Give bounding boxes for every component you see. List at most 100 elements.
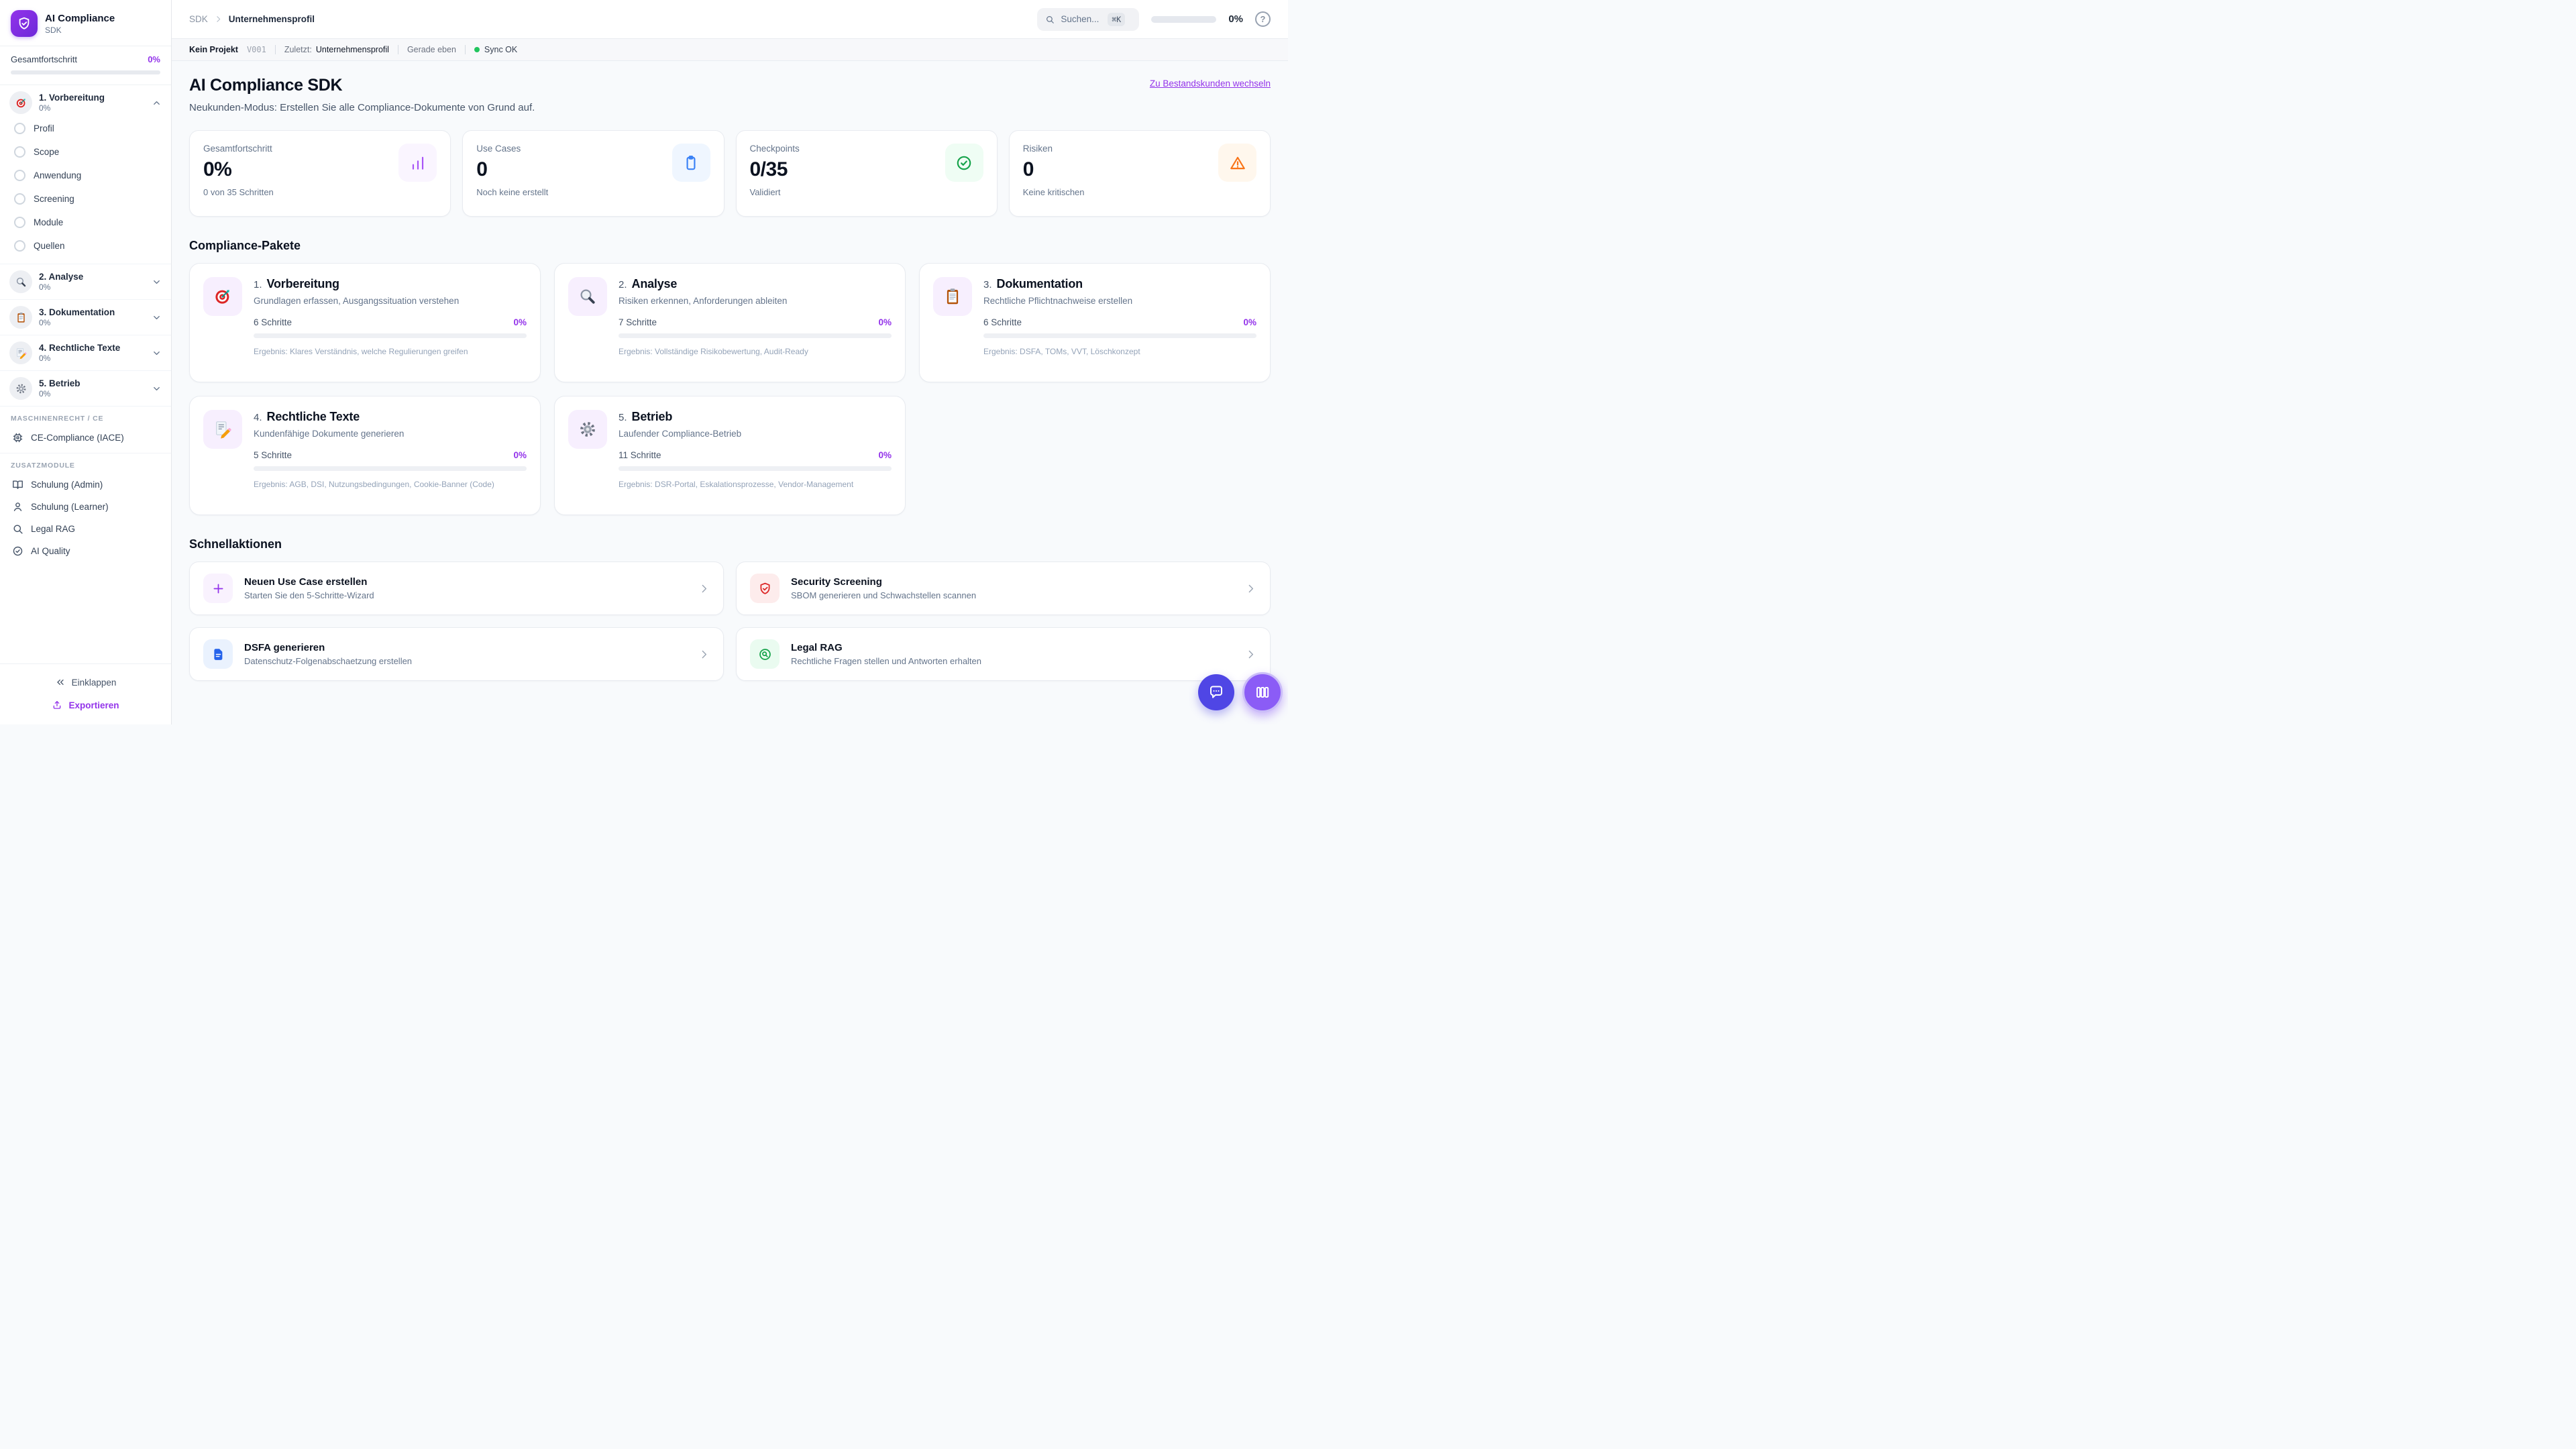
action-legal-rag[interactable]: Legal RAG Rechtliche Fragen stellen und … [736,627,1271,681]
stat-label: Use Cases [476,144,521,154]
search-input[interactable]: Suchen... ⌘K [1037,7,1140,31]
sidebar-section-analyse-header[interactable]: 2. Analyse 0% [9,270,162,293]
package-number: 3. [983,279,992,290]
breadcrumb-current: Unternehmensprofil [228,14,315,24]
package-progress-bar [254,333,527,338]
target-emoji [9,91,32,114]
package-result: Ergebnis: AGB, DSI, Nutzungsbedingungen,… [254,480,494,489]
step-label: Scope [34,147,60,157]
cpu-chip-icon [13,433,23,443]
step-label: Module [34,217,64,227]
step-status-circle [14,193,25,205]
alert-triangle-icon [1218,144,1256,182]
chevron-down-icon [154,351,160,355]
section-progress: 0% [39,354,51,363]
package-steps: 7 Schritte [619,317,657,327]
last-step-value: Unternehmensprofil [315,45,389,54]
app-name: AI Compliance [45,12,115,24]
package-number: 4. [254,412,262,423]
header-progress-value: 0% [1228,13,1243,25]
sidebar-step-module[interactable]: Module [9,211,162,234]
section-vorbereitung-steps: Profil Scope Anwendung Screening Module … [9,117,162,258]
breadcrumb-root[interactable]: SDK [189,14,208,24]
action-description: Rechtliche Fragen stellen und Antworten … [791,656,982,666]
package-card-rechtliche-texte[interactable]: 4. Rechtliche Texte Kundenfähige Dokumen… [189,396,541,515]
sidebar-item-label: Schulung (Admin) [31,480,103,490]
status-bar: Kein Projekt V001 Zuletzt: Unternehmensp… [172,39,1288,61]
check-circle-icon [13,546,23,556]
package-progress-value: 0% [878,317,892,327]
sidebar-item-schulung-admin[interactable]: Schulung (Admin) [9,474,162,496]
plus-icon [203,574,233,603]
chat-assistant-button[interactable] [1198,674,1234,710]
sidebar-section-vorbereitung-header[interactable]: 1. Vorbereitung 0% [9,91,162,114]
sidebar-step-quellen[interactable]: Quellen [9,234,162,258]
action-security-screening[interactable]: Security Screening SBOM generieren und S… [736,561,1271,615]
stat-sub: Validiert [749,187,781,197]
action-dsfa-generieren[interactable]: DSFA generieren Datenschutz-Folgenabscha… [189,627,724,681]
clipboard-icon [672,144,710,182]
columns-icon [1256,687,1269,698]
package-progress-bar [254,466,527,471]
sidebar-section-betrieb-header[interactable]: 5. Betrieb 0% [9,377,162,400]
sidebar-item-legal-rag[interactable]: Legal RAG [9,518,162,540]
project-name: Kein Projekt [189,45,238,54]
switch-mode-link[interactable]: Zu Bestandskunden wechseln [1150,78,1271,89]
search-shortcut-kbd: ⌘K [1108,12,1126,26]
section-label: 4. Rechtliche Texte [39,343,121,353]
action-title: Neuen Use Case erstellen [244,576,368,588]
step-status-circle [14,170,25,181]
stat-sub: 0 von 35 Schritten [203,187,274,197]
package-title: Dokumentation [996,277,1083,290]
chat-bubble-icon [1210,686,1222,698]
search-circle-icon [750,639,780,669]
sidebar-item-ai-quality[interactable]: AI Quality [9,540,162,562]
actions-heading: Schnellaktionen [189,537,282,551]
package-steps: 5 Schritte [254,450,292,460]
package-card-analyse[interactable]: 2. Analyse Risiken erkennen, Anforderung… [554,263,906,382]
sidebar-step-profil[interactable]: Profil [9,117,162,140]
sidebar-section-rechtliche-texte-header[interactable]: 4. Rechtliche Texte 0% [9,341,162,364]
package-progress-value: 0% [513,450,527,460]
sidebar-item-schulung-learner[interactable]: Schulung (Learner) [9,496,162,518]
package-card-vorbereitung[interactable]: 1. Vorbereitung Grundlagen erfassen, Aus… [189,263,541,382]
sidebar-step-screening[interactable]: Screening [9,187,162,211]
board-view-button[interactable] [1242,672,1283,712]
last-step-label: Zuletzt: [284,45,312,54]
section-label: 1. Vorbereitung [39,93,105,103]
clipboard-emoji [9,306,32,329]
package-card-dokumentation[interactable]: 3. Dokumentation Rechtliche Pflichtnachw… [919,263,1271,382]
check-circle-icon [945,144,983,182]
sidebar-item-ce-compliance[interactable]: CE-Compliance (IACE) [9,427,162,449]
sidebar-step-anwendung[interactable]: Anwendung [9,164,162,187]
target-emoji [203,277,242,316]
help-icon: ? [1260,14,1266,24]
file-text-icon [203,639,233,669]
step-label: Quellen [34,241,65,251]
package-description: Grundlagen erfassen, Ausgangssituation v… [254,296,460,306]
search-icon [1046,15,1055,23]
package-progress-value: 0% [878,450,892,460]
export-button[interactable]: Exportieren [11,694,160,716]
sidebar-group-maschinenrecht: MASCHINENRECHT / CE CE-Compliance (IACE) [0,407,171,453]
breadcrumb-separator-icon [217,16,220,22]
divider [464,45,466,54]
section-label: 3. Dokumentation [39,307,115,317]
package-title: Rechtliche Texte [266,410,360,423]
collapse-sidebar-button[interactable]: Einklappen [11,671,160,694]
package-number: 1. [254,279,262,290]
sidebar-section-dokumentation-header[interactable]: 3. Dokumentation 0% [9,306,162,329]
magnifier-emoji [568,277,607,316]
action-new-use-case[interactable]: Neuen Use Case erstellen Starten Sie den… [189,561,724,615]
sidebar-step-scope[interactable]: Scope [9,140,162,164]
sidebar-item-label: AI Quality [31,546,70,556]
package-card-betrieb[interactable]: 5. Betrieb Laufender Compliance-Betrieb … [554,396,906,515]
section-progress: 0% [39,389,51,398]
app-logo-row: AI Compliance SDK [0,0,171,46]
stat-card-use-cases: Use Cases 0 Noch keine erstellt [462,130,724,217]
help-button[interactable]: ? [1255,11,1271,27]
stat-value: 0 [476,158,488,180]
step-label: Screening [34,194,74,204]
main-area: SDK Unternehmensprofil Suchen... ⌘K 0% ? [172,0,1288,724]
action-description: SBOM generieren und Schwachstellen scann… [791,590,977,600]
